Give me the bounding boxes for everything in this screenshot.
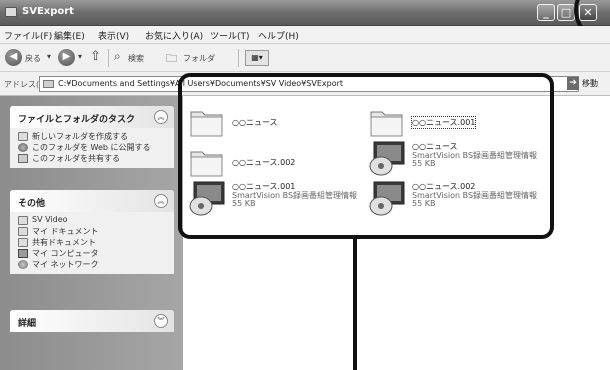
folders-button-label[interactable]: フォルダ (183, 53, 215, 64)
folders-icon[interactable]: 🗀 (166, 50, 177, 69)
panel-title: その他 (18, 199, 46, 209)
go-arrow-icon: ➔ (567, 77, 579, 90)
task-pane: ファイルとフォルダのタスク ︽ 新しいフォルダを作成する このフォルダを Web… (0, 96, 183, 370)
title-bar: SVExport _ □ ✕ (0, 0, 610, 26)
back-arrow-icon[interactable]: ◀ (5, 49, 22, 66)
window-title: SVExport (22, 6, 74, 17)
menu-file[interactable]: ファイル(F) (4, 29, 52, 42)
maximize-button[interactable]: □ (557, 4, 575, 21)
search-icon[interactable]: ⌕ (114, 49, 121, 64)
file-list-callout-box (178, 73, 554, 239)
collapse-chevron-icon[interactable]: ︽ (154, 110, 168, 124)
other-places-panel: その他 ︽ SV Video マイ ドキュメント 共有ドキュメント マイ コンピ… (10, 190, 174, 274)
toolbar: ◀ 戻る ▾ ▶ ▾ ⇧ ⌕ 検索 🗀 フォルダ ▦▾ (0, 44, 610, 72)
toolbar-separator (238, 49, 239, 67)
go-label: 移動 (582, 79, 598, 88)
callout-leader-line (353, 239, 357, 370)
explorer-window: SVExport _ □ ✕ ファイル(F) 編集(E) 表示(V) お気に入り… (0, 0, 610, 370)
task-label: このフォルダを共有する (32, 154, 120, 163)
task-new-folder[interactable]: 新しいフォルダを作成する (10, 131, 174, 142)
file-folder-tasks-panel: ファイルとフォルダのタスク ︽ 新しいフォルダを作成する このフォルダを Web… (10, 106, 174, 168)
place-shared-documents[interactable]: 共有ドキュメント (10, 237, 174, 248)
details-panel: 詳細 ︾ (10, 310, 174, 332)
menu-tools[interactable]: ツール(T) (210, 29, 250, 42)
task-label: このフォルダを Web に公開する (32, 143, 151, 152)
folder-icon (18, 216, 28, 225)
collapse-chevron-icon[interactable]: ︽ (154, 194, 168, 208)
menu-view[interactable]: 表示(V) (98, 29, 129, 42)
expand-chevron-icon[interactable]: ︾ (154, 314, 168, 328)
menu-help[interactable]: ヘルプ(H) (258, 29, 299, 42)
minimize-button[interactable]: _ (537, 4, 555, 21)
share-folder-icon (18, 154, 28, 163)
back-dropdown-icon[interactable]: ▾ (47, 52, 51, 61)
folder-icon (43, 80, 54, 88)
place-my-documents[interactable]: マイ ドキュメント (10, 226, 174, 237)
up-folder-icon[interactable]: ⇧ (90, 49, 101, 64)
menu-favorites[interactable]: お気に入り(A) (145, 29, 203, 42)
place-label: マイ コンピュータ (32, 249, 99, 258)
place-sv-video[interactable]: SV Video (10, 215, 174, 226)
new-folder-icon (18, 132, 28, 141)
panel-header[interactable]: ファイルとフォルダのタスク ︽ (10, 106, 174, 128)
menu-edit[interactable]: 編集(E) (54, 29, 85, 42)
documents-folder-icon (18, 227, 28, 236)
toolbar-separator (108, 49, 109, 67)
place-my-network[interactable]: マイ ネットワーク (10, 259, 174, 270)
back-label[interactable]: 戻る (25, 53, 41, 64)
task-publish-web[interactable]: このフォルダを Web に公開する (10, 142, 174, 153)
place-label: マイ ネットワーク (32, 260, 99, 269)
forward-arrow-icon[interactable]: ▶ (58, 49, 75, 66)
panel-title: 詳細 (18, 319, 37, 329)
menu-bar: ファイル(F) 編集(E) 表示(V) お気に入り(A) ツール(T) ヘルプ(… (0, 26, 610, 44)
place-label: SV Video (32, 215, 68, 224)
views-menu-icon[interactable]: ▦▾ (245, 50, 269, 66)
computer-icon (18, 249, 28, 258)
search-button-label[interactable]: 検索 (128, 53, 144, 64)
shared-folder-icon (18, 238, 28, 247)
folder-window-icon (5, 7, 17, 17)
place-label: マイ ドキュメント (32, 227, 99, 236)
forward-dropdown-icon[interactable]: ▾ (78, 52, 82, 61)
place-my-computer[interactable]: マイ コンピュータ (10, 248, 174, 259)
panel-header[interactable]: その他 ︽ (10, 190, 174, 212)
place-label: 共有ドキュメント (32, 238, 96, 247)
network-icon (18, 260, 28, 269)
task-label: 新しいフォルダを作成する (32, 132, 128, 141)
task-share-folder[interactable]: このフォルダを共有する (10, 153, 174, 164)
go-button[interactable]: ➔ 移動 (567, 76, 607, 92)
panel-title: ファイルとフォルダのタスク (18, 115, 136, 125)
panel-header[interactable]: 詳細 ︾ (10, 310, 174, 332)
publish-web-icon (18, 143, 28, 152)
